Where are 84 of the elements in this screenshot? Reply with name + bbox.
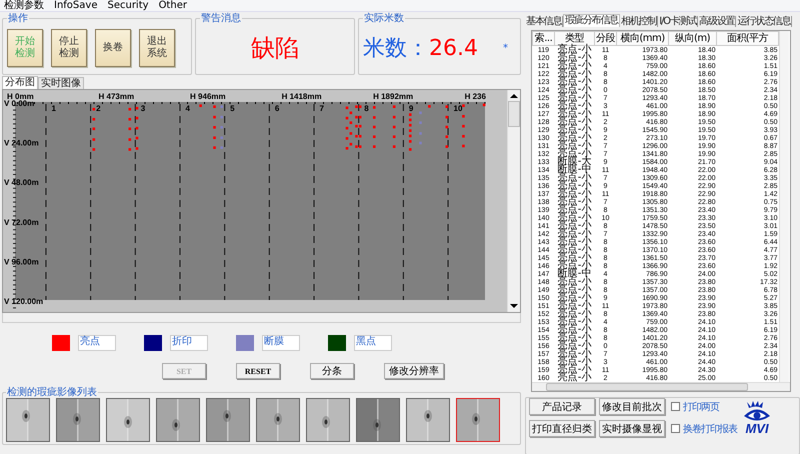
vertical-scrollbar[interactable] bbox=[779, 31, 789, 382]
segment-label: 7 bbox=[320, 104, 324, 113]
input-field[interactable]: 亮点 bbox=[78, 335, 116, 351]
color-swatch[interactable] bbox=[52, 335, 70, 351]
tab[interactable]: I/O卡测试 bbox=[658, 16, 698, 27]
tab[interactable]: 高级设置 bbox=[698, 16, 736, 27]
meter-value: 26.4 bbox=[429, 36, 479, 60]
scrollbar-thumb[interactable] bbox=[508, 101, 520, 127]
axis-label: H 1892mm bbox=[373, 92, 414, 101]
vertical-scrollbar[interactable] bbox=[507, 90, 520, 312]
tab[interactable]: 运行状态信息 bbox=[736, 16, 792, 27]
table-cell-text: 断膜-中 bbox=[556, 166, 592, 174]
color-swatch[interactable] bbox=[144, 335, 162, 351]
scrollbar-thumb[interactable] bbox=[546, 383, 748, 391]
axis-label: V 0.00m bbox=[4, 99, 34, 108]
segment-label: 2 bbox=[96, 104, 101, 113]
axis-label: H 1418mm bbox=[282, 92, 322, 101]
horizontal-scrollbar[interactable] bbox=[2, 313, 521, 323]
tab[interactable]: 瑕疵分布信息 bbox=[563, 14, 620, 27]
axis-label: V 96.00m bbox=[4, 257, 39, 266]
command-button[interactable]: 修改目前批次 bbox=[599, 398, 665, 415]
segment-label: 3 bbox=[140, 104, 146, 113]
command-button[interactable]: 换卷 bbox=[95, 29, 131, 67]
command-button[interactable]: 退出 系统 bbox=[139, 29, 175, 67]
command-button[interactable]: 打印直径归类 bbox=[529, 420, 595, 437]
checkbox[interactable] bbox=[671, 424, 680, 433]
warning-message: 缺陷 bbox=[251, 33, 299, 64]
command-button[interactable]: 实时摄像显视 bbox=[599, 420, 665, 437]
axis-label: H 473mm bbox=[98, 92, 134, 101]
group-title: 检测的瑕疵影像列表 bbox=[6, 387, 98, 398]
up-arrow-icon[interactable] bbox=[510, 93, 518, 99]
column-header[interactable]: 面积(平方 bbox=[716, 32, 778, 46]
action-button[interactable]: 修改分辨率 bbox=[384, 363, 444, 379]
column-header[interactable]: 分段 bbox=[594, 32, 616, 46]
checkbox-label: 打印两页 bbox=[683, 400, 719, 414]
tab[interactable]: 实时图像 bbox=[38, 77, 84, 89]
axis-label: H 0mm bbox=[7, 92, 34, 101]
checkbox[interactable] bbox=[671, 402, 680, 411]
column-header[interactable]: 索... bbox=[532, 32, 554, 46]
segment-label: 6 bbox=[274, 104, 280, 113]
table-cell-text: 亮点-小 bbox=[556, 150, 592, 158]
axis-label: V 72.00m bbox=[4, 218, 39, 227]
table-cell-text: 亮点-小 bbox=[556, 374, 592, 382]
action-button[interactable]: 分条 bbox=[310, 363, 354, 379]
segment-label: 5 bbox=[230, 104, 235, 113]
column-header[interactable]: 纵向(m) bbox=[668, 32, 716, 46]
action-button[interactable]: RESET bbox=[236, 363, 280, 379]
axis-label: H 946mm bbox=[190, 92, 226, 101]
table-cell-text: 亮点-小 bbox=[556, 174, 592, 182]
column-header[interactable]: 横向(mm) bbox=[616, 32, 668, 46]
color-swatch[interactable] bbox=[236, 335, 254, 351]
table-cell-text: 亮点-小 bbox=[556, 278, 592, 286]
input-field[interactable]: 黑点 bbox=[354, 335, 392, 351]
segment-label: 1 bbox=[51, 104, 56, 113]
command-button[interactable]: 停止 检测 bbox=[51, 29, 87, 67]
segment-label: 4 bbox=[185, 104, 190, 113]
table-cell-text: 亮点-小 bbox=[556, 262, 592, 270]
table-cell-text: 断膜-中 bbox=[556, 270, 592, 278]
table-cell-text: 断膜-大 bbox=[556, 158, 592, 166]
command-button[interactable]: 产品记录 bbox=[529, 398, 595, 415]
menu-item[interactable]: 检测参数 bbox=[4, 0, 44, 11]
menu-item[interactable]: InfoSave bbox=[54, 0, 98, 11]
input-field[interactable]: 折印 bbox=[170, 335, 208, 351]
meter-label: 米数： bbox=[363, 35, 429, 63]
group-title: 操作 bbox=[7, 13, 29, 24]
menu-item[interactable]: Other bbox=[158, 0, 187, 11]
tab[interactable]: 分布图 bbox=[2, 76, 38, 89]
axis-label: H 236 bbox=[464, 92, 486, 101]
input-field[interactable]: 断膜 bbox=[262, 335, 300, 351]
checkbox-label: 换卷打印报表 bbox=[683, 422, 737, 436]
meter-mark: * bbox=[503, 42, 508, 54]
axis-label: V 120.00m bbox=[4, 297, 44, 306]
segment-label: 8 bbox=[364, 104, 369, 113]
logo-text: MVI bbox=[745, 422, 769, 434]
group-title: 实际米数 bbox=[363, 13, 405, 24]
group-title: 警告消息 bbox=[200, 13, 242, 24]
segment-label: 10 bbox=[454, 104, 462, 113]
down-arrow-icon[interactable] bbox=[510, 303, 518, 309]
axis-label: V 48.00m bbox=[4, 178, 39, 188]
segment-label: 9 bbox=[408, 104, 414, 113]
axis-label: V 24.00m bbox=[4, 138, 39, 148]
menu-item[interactable]: Security bbox=[107, 0, 149, 11]
color-swatch[interactable] bbox=[328, 335, 346, 351]
tab[interactable]: 相机控制 bbox=[620, 16, 658, 27]
